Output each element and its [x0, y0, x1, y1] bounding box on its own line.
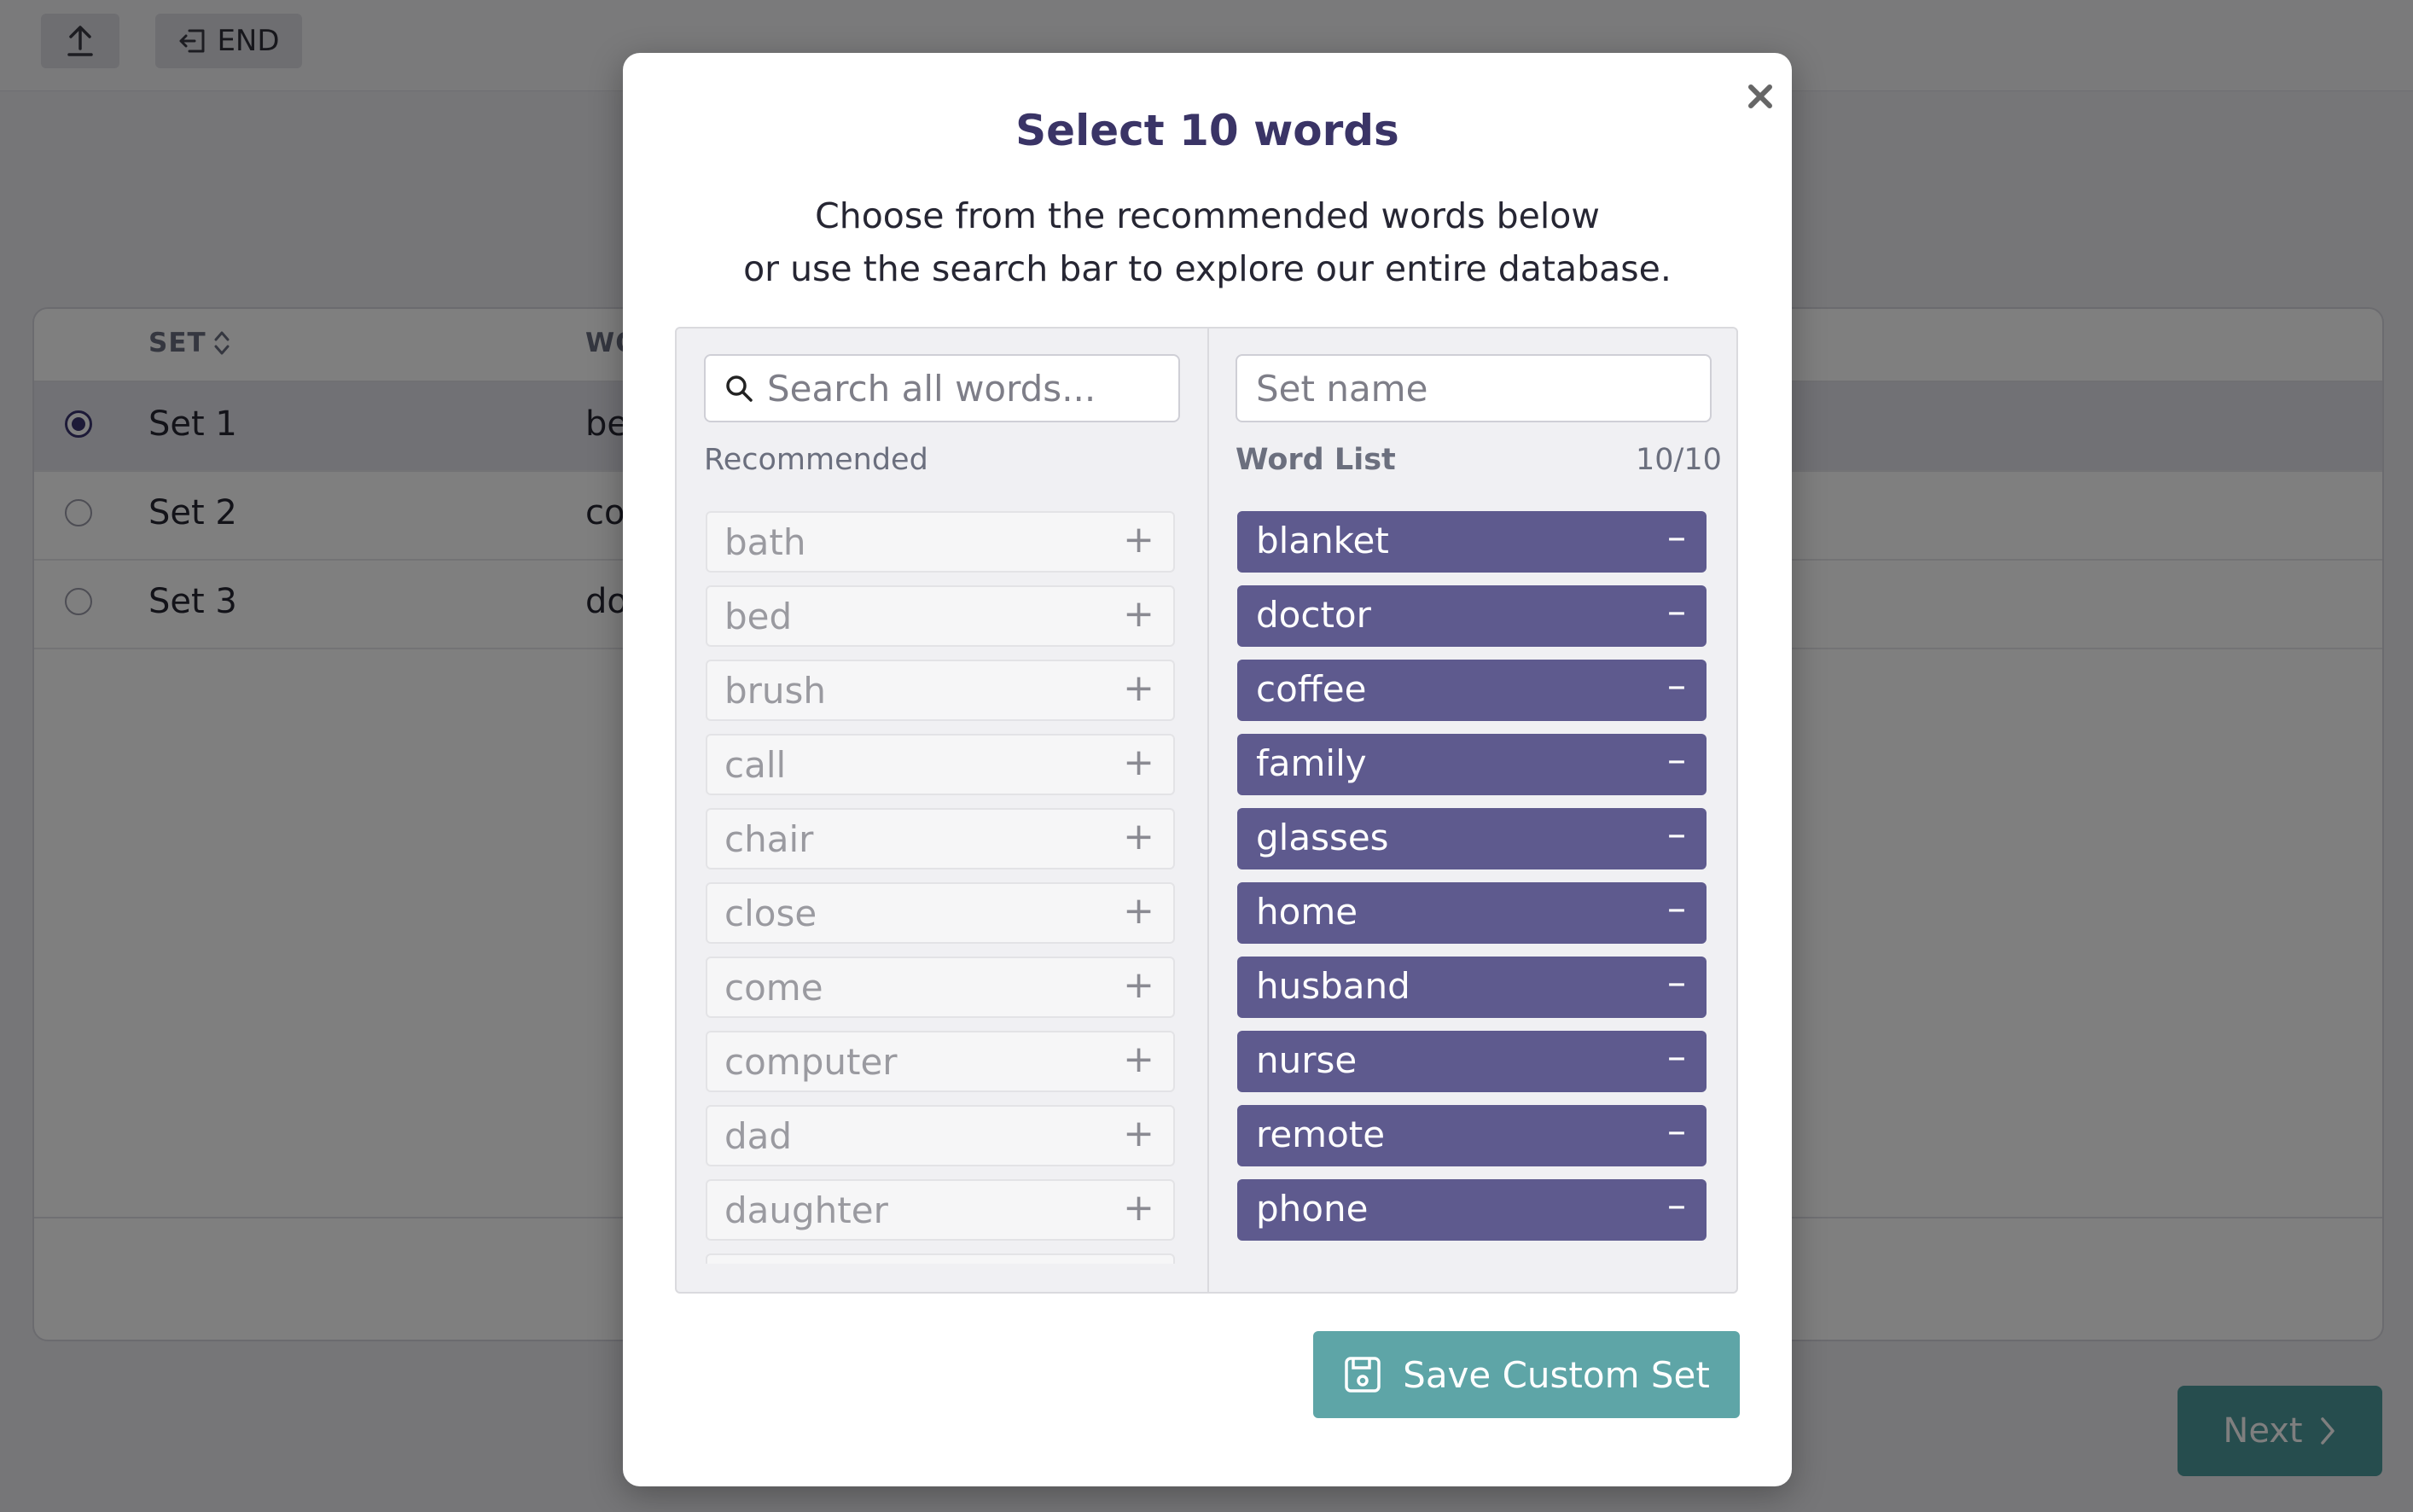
- save-custom-set-button[interactable]: Save Custom Set: [1313, 1331, 1740, 1418]
- subtitle-line-1: Choose from the recommended words below: [815, 195, 1600, 236]
- word-label: computer: [724, 1041, 898, 1083]
- word-list-label: Word List: [1236, 443, 1396, 477]
- minus-icon[interactable]: –: [1667, 590, 1686, 633]
- search-placeholder: Search all words...: [767, 367, 1096, 410]
- word-label: doctor: [1256, 594, 1371, 636]
- selected-word[interactable]: home –: [1237, 882, 1707, 944]
- selected-word[interactable]: nurse –: [1237, 1031, 1707, 1092]
- selected-word[interactable]: glasses –: [1237, 808, 1707, 869]
- minus-icon[interactable]: –: [1667, 1035, 1686, 1079]
- recommended-word[interactable]: come +: [706, 957, 1175, 1018]
- selected-word[interactable]: blanket –: [1237, 511, 1707, 573]
- picker-divider: [1207, 329, 1209, 1292]
- selected-word[interactable]: family –: [1237, 734, 1707, 795]
- plus-icon[interactable]: +: [1123, 666, 1154, 710]
- recommended-word[interactable]: brush +: [706, 660, 1175, 721]
- word-label: coffee: [1256, 668, 1367, 710]
- plus-icon[interactable]: +: [1123, 963, 1154, 1007]
- word-label: nurse: [1256, 1039, 1358, 1081]
- save-label: Save Custom Set: [1403, 1353, 1710, 1396]
- word-label: bath: [724, 521, 806, 563]
- selected-word[interactable]: coffee –: [1237, 660, 1707, 721]
- minus-icon[interactable]: –: [1667, 887, 1686, 930]
- word-label: chair: [724, 818, 814, 860]
- plus-icon[interactable]: +: [1123, 815, 1154, 858]
- recommended-word[interactable]: chair +: [706, 808, 1175, 869]
- word-label: blanket: [1256, 520, 1389, 561]
- selected-word[interactable]: remote –: [1237, 1105, 1707, 1166]
- word-label: remote: [1256, 1114, 1386, 1155]
- plus-icon[interactable]: +: [1123, 1186, 1154, 1230]
- word-label: come: [724, 967, 823, 1009]
- word-label: daughter: [724, 1189, 888, 1231]
- plus-icon[interactable]: +: [1123, 1112, 1154, 1155]
- word-label: dad: [724, 1115, 793, 1157]
- minus-icon[interactable]: –: [1667, 1183, 1686, 1227]
- minus-icon[interactable]: –: [1667, 812, 1686, 856]
- modal-subtitle: Choose from the recommended words below …: [623, 189, 1792, 295]
- recommended-word[interactable]: bed +: [706, 585, 1175, 647]
- search-icon: [726, 375, 753, 402]
- minus-icon[interactable]: –: [1667, 738, 1686, 782]
- recommended-list[interactable]: bath + bed + brush + call + chair + close + co…: [706, 511, 1177, 1264]
- selected-word[interactable]: phone –: [1237, 1179, 1707, 1241]
- minus-icon[interactable]: –: [1667, 515, 1686, 559]
- word-list: blanket – doctor – coffee – family – glasses…: [1237, 511, 1708, 1253]
- word-list-count: 10/10: [1636, 443, 1722, 477]
- subtitle-line-2: or use the search bar to explore our ent…: [743, 248, 1672, 289]
- selected-word[interactable]: husband –: [1237, 957, 1707, 1018]
- word-label: home: [1256, 891, 1358, 933]
- minus-icon[interactable]: –: [1667, 1109, 1686, 1153]
- recommended-word[interactable]: daughter +: [706, 1179, 1175, 1241]
- word-label: bed: [724, 596, 793, 637]
- save-icon: [1345, 1357, 1381, 1393]
- plus-icon[interactable]: +: [1123, 889, 1154, 933]
- word-label: phone: [1256, 1188, 1369, 1230]
- recommended-word-partial[interactable]: [706, 1253, 1175, 1264]
- selected-word[interactable]: doctor –: [1237, 585, 1707, 647]
- word-label: glasses: [1256, 817, 1389, 858]
- minus-icon[interactable]: –: [1667, 961, 1686, 1004]
- word-label: call: [724, 744, 787, 786]
- recommended-word[interactable]: dad +: [706, 1105, 1175, 1166]
- recommended-word[interactable]: computer +: [706, 1031, 1175, 1092]
- recommended-word[interactable]: close +: [706, 882, 1175, 944]
- set-name-input[interactable]: Set name: [1236, 354, 1712, 422]
- word-label: husband: [1256, 965, 1410, 1007]
- word-label: family: [1256, 742, 1367, 784]
- plus-icon[interactable]: +: [1123, 1038, 1154, 1081]
- plus-icon[interactable]: +: [1123, 592, 1154, 636]
- word-picker: Search all words... Set name Recommended…: [675, 327, 1738, 1294]
- recommended-label: Recommended: [704, 443, 928, 477]
- modal-title: Select 10 words: [1015, 106, 1399, 155]
- plus-icon[interactable]: +: [1123, 518, 1154, 561]
- search-input[interactable]: Search all words...: [704, 354, 1180, 422]
- recommended-word[interactable]: bath +: [706, 511, 1175, 573]
- minus-icon[interactable]: –: [1667, 664, 1686, 707]
- recommended-word[interactable]: call +: [706, 734, 1175, 795]
- plus-icon[interactable]: +: [1123, 741, 1154, 784]
- word-label: brush: [724, 670, 827, 712]
- select-words-modal: Select 10 words Choose from the recommen…: [623, 53, 1792, 1486]
- word-label: close: [724, 893, 817, 934]
